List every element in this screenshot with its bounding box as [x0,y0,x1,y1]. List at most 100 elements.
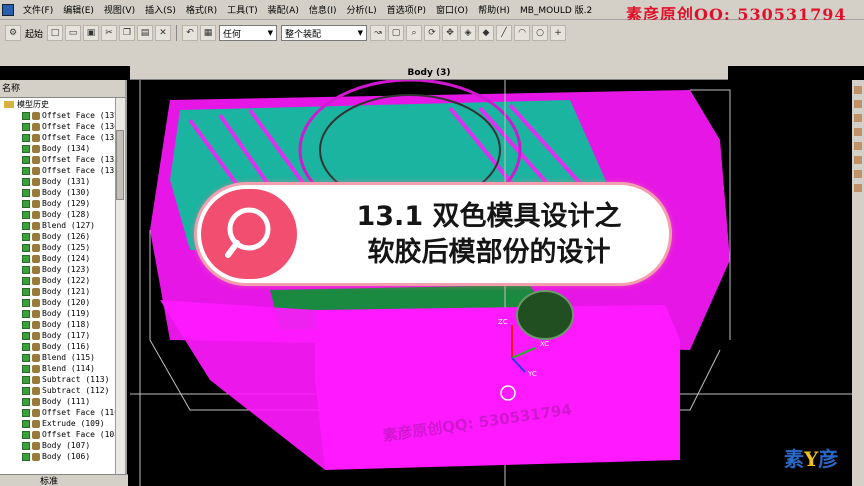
tree-row[interactable]: Body (134) [0,143,125,154]
cut-icon[interactable]: ✂ [101,25,118,41]
save-icon[interactable]: ▣ [83,25,100,41]
start-button[interactable]: 起始 [25,27,43,40]
menu-mb-mould[interactable]: MB_MOULD 版.2 [515,3,597,16]
tree-row[interactable]: Body (130) [0,187,125,198]
tree-row[interactable]: Body (128) [0,209,125,220]
arc-icon[interactable]: ◠ [514,25,531,41]
tree-row[interactable]: Body (116) [0,341,125,352]
tree-row[interactable]: Offset Face (135 [0,132,125,143]
checkbox-icon[interactable] [22,331,30,340]
new-file-icon[interactable]: □ [47,25,64,41]
checkbox-icon[interactable] [22,111,30,120]
tree-row[interactable]: Offset Face (133 [0,154,125,165]
tree-row[interactable]: Offset Face (132 [0,165,125,176]
tree-row[interactable]: Body (131) [0,176,125,187]
menu-info[interactable]: 信息(I) [304,3,342,16]
tree-row[interactable]: Body (123) [0,264,125,275]
menu-tools[interactable]: 工具(T) [222,3,263,16]
checkbox-icon[interactable] [22,353,30,362]
checkbox-icon[interactable] [22,232,30,241]
tree-row[interactable]: Body (122) [0,275,125,286]
checkbox-icon[interactable] [22,342,30,351]
checkbox-icon[interactable] [22,122,30,131]
tree-row[interactable]: Body (107) [0,440,125,451]
resource-bar-icon[interactable] [854,128,862,136]
tree-row[interactable]: Body (117) [0,330,125,341]
tree-row[interactable]: Blend (114) [0,363,125,374]
menu-edit[interactable]: 编辑(E) [58,3,99,16]
copy-icon[interactable]: ❐ [119,25,136,41]
checkbox-icon[interactable] [22,375,30,384]
tree-root[interactable]: 模型历史 [0,99,125,110]
checkbox-icon[interactable] [22,309,30,318]
tree-row[interactable]: Body (121) [0,286,125,297]
checkbox-icon[interactable] [22,320,30,329]
resource-bar-icon[interactable] [854,156,862,164]
tree-scrollbar[interactable] [115,98,125,474]
menu-format[interactable]: 格式(R) [181,3,222,16]
tree-row[interactable]: Blend (115) [0,352,125,363]
tree-row[interactable]: Body (125) [0,242,125,253]
tree-row[interactable]: Body (124) [0,253,125,264]
checkbox-icon[interactable] [22,298,30,307]
resource-bar-icon[interactable] [854,100,862,108]
tree-row[interactable]: Offset Face (136 [0,121,125,132]
checkbox-icon[interactable] [22,210,30,219]
checkbox-icon[interactable] [22,199,30,208]
circle-icon[interactable]: ○ [532,25,549,41]
tree-row[interactable]: Body (119) [0,308,125,319]
delete-icon[interactable]: ✕ [155,25,172,41]
checkbox-icon[interactable] [22,287,30,296]
resource-bar-icon[interactable] [854,86,862,94]
filter-icon[interactable]: ▦ [200,25,217,41]
snap-icon[interactable]: ↝ [370,25,387,41]
menu-file[interactable]: 文件(F) [18,3,58,16]
tree-row[interactable]: Offset Face (108 [0,429,125,440]
menu-assembly[interactable]: 装配(A) [263,3,304,16]
open-file-icon[interactable]: ▭ [65,25,82,41]
tree-row[interactable]: Subtract (112) [0,385,125,396]
checkbox-icon[interactable] [22,166,30,175]
render-style-icon[interactable]: ◈ [460,25,477,41]
menu-preferences[interactable]: 首选项(P) [382,3,431,16]
rotate-icon[interactable]: ⟳ [424,25,441,41]
view-orient-icon[interactable]: ◆ [478,25,495,41]
menu-view[interactable]: 视图(V) [99,3,140,16]
tree-row[interactable]: Blend (127) [0,220,125,231]
checkbox-icon[interactable] [22,177,30,186]
menu-insert[interactable]: 插入(S) [140,3,181,16]
paste-icon[interactable]: ▤ [137,25,154,41]
checkbox-icon[interactable] [22,386,30,395]
start-icon[interactable]: ⚙ [5,25,21,41]
zoom-icon[interactable]: ⌕ [406,25,423,41]
menu-help[interactable]: 帮助(H) [473,3,515,16]
tree-row[interactable]: Subtract (113) [0,374,125,385]
tree-row[interactable]: Body (106) [0,451,125,462]
tree-scrollbar-thumb[interactable] [116,130,124,200]
checkbox-icon[interactable] [22,364,30,373]
resource-bar-icon[interactable] [854,142,862,150]
status-mode[interactable]: 标准 [40,474,58,486]
tree-row[interactable]: Offset Face (110 [0,407,125,418]
checkbox-icon[interactable] [22,254,30,263]
menu-analysis[interactable]: 分析(L) [342,3,382,16]
checkbox-icon[interactable] [22,144,30,153]
tree-row[interactable]: Body (120) [0,297,125,308]
tree-row[interactable]: Body (111) [0,396,125,407]
tree-row[interactable]: Offset Face (137 [0,110,125,121]
tree-row[interactable]: Body (126) [0,231,125,242]
checkbox-icon[interactable] [22,276,30,285]
pan-icon[interactable]: ✥ [442,25,459,41]
tree-row[interactable]: Body (118) [0,319,125,330]
checkbox-icon[interactable] [22,221,30,230]
checkbox-icon[interactable] [22,452,30,461]
menu-window[interactable]: 窗口(O) [431,3,473,16]
line-icon[interactable]: ╱ [496,25,513,41]
tree-row[interactable]: Body (129) [0,198,125,209]
type-filter-select[interactable]: 任何 ▼ [219,25,278,41]
checkbox-icon[interactable] [22,133,30,142]
checkbox-icon[interactable] [22,397,30,406]
checkbox-icon[interactable] [22,243,30,252]
checkbox-icon[interactable] [22,265,30,274]
checkbox-icon[interactable] [22,408,30,417]
